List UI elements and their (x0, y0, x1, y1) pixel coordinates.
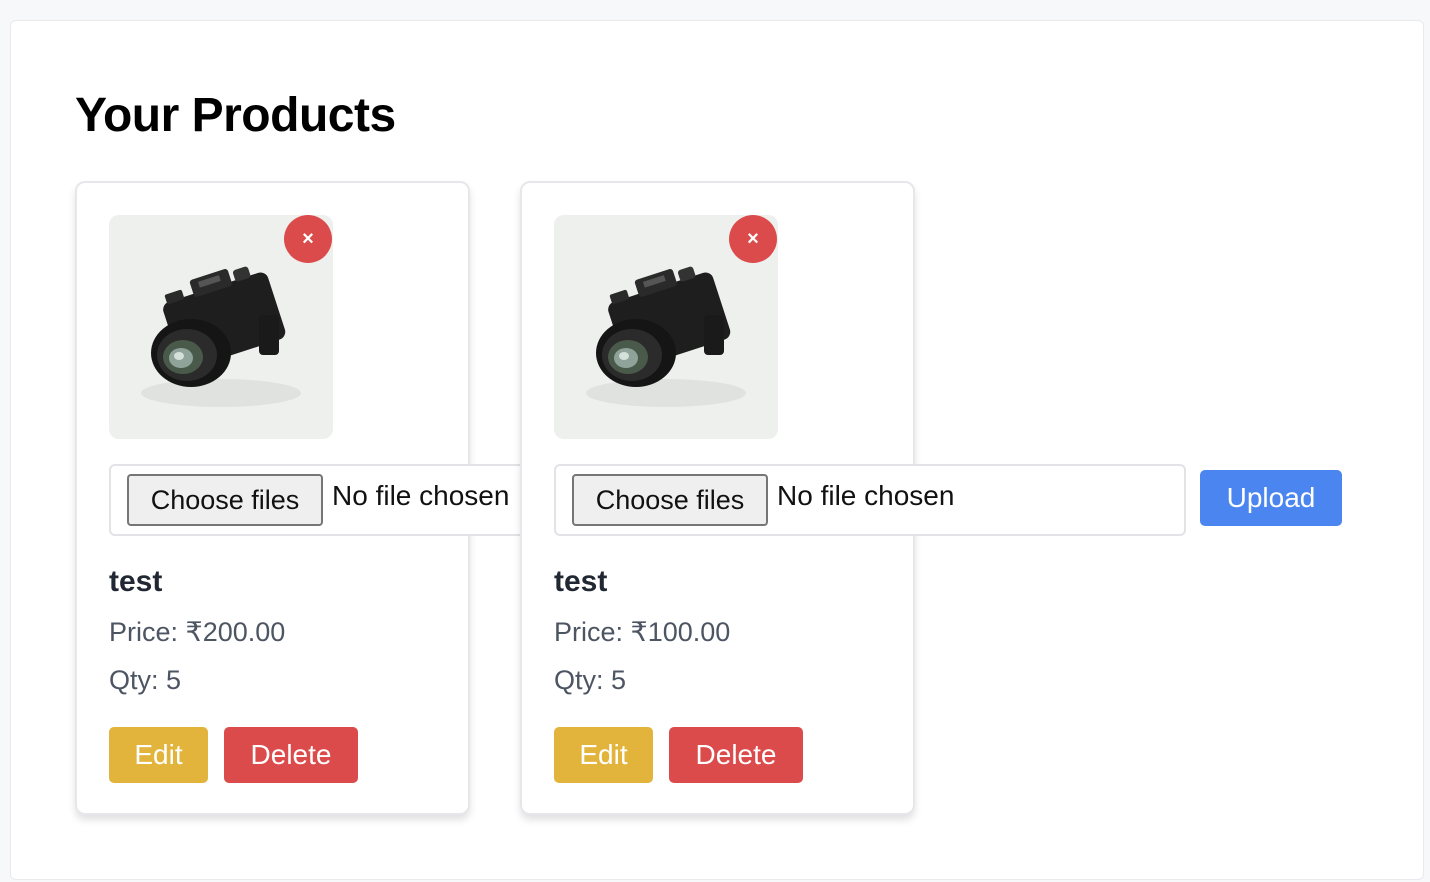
product-name: test (554, 565, 608, 598)
product-card: × Choose files No file chosen test Price… (75, 181, 579, 815)
file-input[interactable]: Choose files No file chosen (109, 464, 579, 536)
product-price: Price: ₹200.00 (109, 617, 286, 647)
product-qty: Qty: 5 (554, 665, 627, 695)
delete-button[interactable]: Delete (669, 727, 803, 783)
product-price: Price: ₹100.00 (554, 617, 731, 647)
delete-button[interactable]: Delete (224, 727, 358, 783)
file-input[interactable]: Choose files No file chosen (554, 464, 1186, 536)
remove-image-button[interactable]: × (729, 215, 777, 263)
page-title: Your Products (75, 89, 396, 142)
product-name: test (109, 565, 163, 598)
choose-files-button[interactable]: Choose files (127, 474, 323, 526)
edit-button[interactable]: Edit (554, 727, 653, 783)
upload-button[interactable]: Upload (1200, 470, 1342, 526)
file-status: No file chosen (777, 480, 955, 511)
product-card: × Choose files No file chosen test Price… (520, 181, 1186, 815)
product-qty: Qty: 5 (109, 665, 182, 695)
edit-button[interactable]: Edit (109, 727, 208, 783)
file-status: No file chosen (332, 480, 510, 511)
choose-files-button[interactable]: Choose files (572, 474, 768, 526)
remove-image-button[interactable]: × (284, 215, 332, 263)
